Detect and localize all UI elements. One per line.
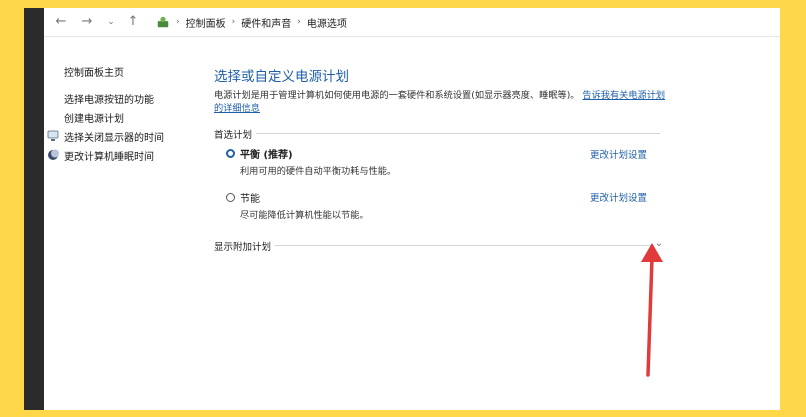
divider: [214, 133, 660, 134]
plan-power-saver-desc: 尽可能降低计算机性能以节能。: [240, 210, 369, 221]
description: 电源计划是用于管理计算机如何使用电源的一套硬件和系统设置(如显示器亮度、睡眠等)…: [214, 89, 666, 115]
moon-icon: [48, 149, 59, 160]
sidebar-item-display-off[interactable]: 选择关闭显示器的时间: [64, 129, 164, 144]
recent-dropdown-icon[interactable]: ⌄: [102, 13, 120, 31]
address-bar: ← → ⌄ ↑ › 控制面板 › 硬件和声音 › 电源选项: [44, 8, 780, 37]
sidebar-item-sleep[interactable]: 更改计算机睡眠时间: [64, 148, 154, 163]
plan-balanced-name[interactable]: 平衡 (推荐): [240, 146, 293, 161]
monitor-icon: [47, 130, 59, 141]
sidebar-home-link[interactable]: 控制面板主页: [64, 64, 124, 79]
change-plan-settings-balanced[interactable]: 更改计划设置: [590, 147, 647, 161]
control-panel-icon: [157, 16, 169, 28]
breadcrumb-item[interactable]: 硬件和声音: [241, 15, 291, 30]
change-plan-settings-power-saver[interactable]: 更改计划设置: [590, 190, 647, 204]
sidebar-item-create-plan[interactable]: 创建电源计划: [64, 110, 124, 125]
chevron-right-icon: ›: [176, 17, 180, 27]
radio-balanced[interactable]: [226, 149, 235, 158]
plan-power-saver-name[interactable]: 节能: [240, 190, 260, 205]
radio-power-saver[interactable]: [226, 193, 235, 202]
divider: [214, 245, 654, 246]
breadcrumb-item[interactable]: 电源选项: [307, 15, 347, 30]
breadcrumb-item[interactable]: 控制面板: [186, 15, 226, 30]
chevron-right-icon: ›: [297, 17, 301, 27]
control-panel-window: ← → ⌄ ↑ › 控制面板 › 硬件和声音 › 电源选项 控制面板主页 选择电…: [44, 8, 780, 410]
preferred-plans-label: 首选计划: [214, 127, 257, 141]
up-icon[interactable]: ↑: [124, 13, 142, 31]
forward-icon[interactable]: →: [78, 13, 96, 31]
show-additional-plans-label[interactable]: 显示附加计划: [214, 239, 276, 253]
chevron-right-icon: ›: [231, 17, 236, 27]
plan-balanced-desc: 利用可用的硬件自动平衡功耗与性能。: [240, 166, 397, 177]
sidebar-item-power-buttons[interactable]: 选择电源按钮的功能: [64, 91, 154, 106]
chevron-down-icon[interactable]: ⌄: [654, 239, 664, 249]
back-icon[interactable]: ←: [52, 13, 70, 31]
breadcrumb: › 控制面板 › 硬件和声音 › 电源选项: [156, 14, 347, 30]
window-edge-left: [24, 8, 44, 410]
description-text: 电源计划是用于管理计算机如何使用电源的一套硬件和系统设置(如显示器亮度、睡眠等)…: [214, 90, 580, 101]
page-title: 选择或自定义电源计划: [214, 69, 349, 85]
